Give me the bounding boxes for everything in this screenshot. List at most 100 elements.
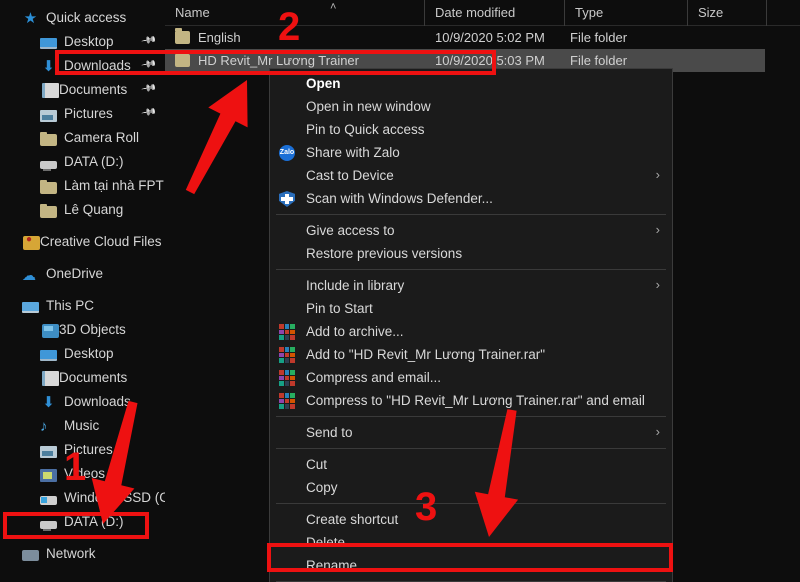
winrar-icon (279, 324, 295, 340)
3d-objects-icon (42, 324, 59, 338)
menu-item-rename[interactable]: Rename (270, 554, 672, 577)
menu-separator (276, 503, 666, 504)
pin-icon[interactable]: 📌 (139, 33, 158, 51)
menu-item-open-in-new-window[interactable]: Open in new window (270, 95, 672, 118)
menu-item-label: Cut (306, 457, 328, 472)
sidebar-item-documents[interactable]: Documents (0, 366, 165, 390)
sidebar-item-network[interactable]: Network (0, 542, 165, 566)
sidebar-item-data-d[interactable]: DATA (D:) (0, 150, 165, 174)
folder-context-menu[interactable]: Open Open in new window Pin to Quick acces… (269, 68, 673, 582)
menu-item-pin-to-start[interactable]: Pin to Start (270, 297, 672, 320)
menu-item-cut[interactable]: Cut (270, 453, 672, 476)
sidebar-item-downloads[interactable]: ⬇ Downloads (0, 390, 165, 414)
winrar-icon (279, 370, 295, 386)
drive-icon (40, 520, 57, 531)
sidebar-item-label: Quick access (46, 10, 127, 26)
pin-icon[interactable]: 📌 (139, 81, 158, 99)
sidebar-item-camera-roll[interactable]: Camera Roll (0, 126, 165, 150)
windows-drive-icon (40, 496, 57, 505)
chevron-right-icon: › (655, 167, 660, 182)
winrar-icon (279, 347, 295, 363)
menu-item-cast-to-device[interactable]: Cast to Device › (270, 164, 672, 187)
pin-icon[interactable]: 📌 (139, 57, 158, 75)
table-row[interactable]: English 10/9/2020 5:02 PM File folder (165, 26, 800, 49)
menu-item-label: Add to archive... (306, 324, 404, 339)
sidebar-item-desktop[interactable]: Desktop (0, 342, 165, 366)
star-icon: ★ (23, 9, 38, 27)
step-number-2: 2 (278, 5, 301, 49)
sidebar-item-downloads[interactable]: ⬇ Downloads 📌 (0, 54, 165, 78)
menu-item-open[interactable]: Open (270, 72, 672, 95)
picture-icon (40, 445, 57, 458)
sidebar-item-label: This PC (46, 298, 95, 314)
sidebar-item-this-pc[interactable]: This PC (0, 294, 165, 318)
sidebar-item-label: Documents (59, 82, 128, 98)
menu-item-restore-previous-versions[interactable]: Restore previous versions (270, 242, 672, 265)
chevron-right-icon: › (655, 222, 660, 237)
folder-icon (175, 51, 190, 67)
sidebar-item-data-d[interactable]: DATA (D:) (0, 510, 165, 534)
download-icon: ⬇ (42, 393, 55, 411)
menu-item-label: Cast to Device (306, 168, 394, 183)
download-icon: ⬇ (42, 57, 55, 75)
file-date-cell: 10/9/2020 5:02 PM (435, 30, 545, 45)
menu-item-label: Delete (306, 535, 346, 550)
navigation-sidebar[interactable]: ★ Quick access Desktop 📌 ⬇ Downloads 📌 Document… (0, 0, 177, 582)
sidebar-item-desktop[interactable]: Desktop 📌 (0, 30, 165, 54)
menu-item-share-with-zalo[interactable]: Zalo Share with Zalo (270, 141, 672, 164)
sidebar-item-label: 3D Objects (59, 322, 126, 338)
menu-item-copy[interactable]: Copy (270, 476, 672, 499)
menu-item-add-to-archive[interactable]: Add to archive... (270, 320, 672, 343)
sidebar-item-music[interactable]: ♪ Music (0, 414, 165, 438)
menu-item-label: Create shortcut (306, 512, 399, 527)
column-header-size[interactable]: Size (688, 0, 767, 26)
sidebar-item-3d-objects[interactable]: 3D Objects (0, 318, 165, 342)
sidebar-item-onedrive[interactable]: ☁ OneDrive (0, 262, 165, 286)
pc-icon (22, 302, 39, 313)
column-header-date-modified[interactable]: Date modified (425, 0, 565, 26)
document-icon (42, 371, 59, 386)
pin-icon[interactable]: 📌 (139, 105, 158, 123)
menu-item-send-to[interactable]: Send to › (270, 421, 672, 444)
column-header-type[interactable]: Type (565, 0, 688, 26)
file-rows[interactable]: English 10/9/2020 5:02 PM File folder HD Re… (165, 26, 800, 72)
menu-item-delete[interactable]: Delete (270, 531, 672, 554)
file-name-text: HD Revit_Mr Lương Trainer (198, 53, 359, 68)
sidebar-item-label: Làm tại nhà FPT (64, 178, 164, 194)
sidebar-item-label: Lê Quang (64, 202, 124, 218)
menu-item-give-access-to[interactable]: Give access to › (270, 219, 672, 242)
sidebar-item-label: Windows-SSD (C:) (64, 490, 178, 506)
sidebar-item-documents[interactable]: Documents 📌 (0, 78, 165, 102)
picture-icon (40, 109, 57, 122)
menu-item-include-in-library[interactable]: Include in library › (270, 274, 672, 297)
chevron-right-icon: › (655, 424, 660, 439)
menu-item-create-shortcut[interactable]: Create shortcut (270, 508, 672, 531)
sidebar-item-pictures[interactable]: Pictures 📌 (0, 102, 165, 126)
sidebar-item-l-m-t-i-nh-fpt[interactable]: Làm tại nhà FPT (0, 174, 165, 198)
menu-item-compress-to-hd-revit-mr-l-ng-trainer-rar[interactable]: Compress to "HD Revit_Mr Lương Trainer.r… (270, 389, 672, 412)
sidebar-item-label: Pictures (64, 106, 113, 122)
file-type-cell: File folder (570, 30, 628, 45)
menu-separator (276, 269, 666, 270)
folder-icon (175, 28, 190, 44)
column-header-row[interactable]: ˄ Name Date modified Type Size (165, 0, 800, 26)
menu-item-label: Pin to Quick access (306, 122, 425, 137)
sidebar-item-creative-cloud-files[interactable]: Creative Cloud Files (0, 230, 165, 254)
menu-item-label: Compress to "HD Revit_Mr Lương Trainer.r… (306, 393, 645, 408)
network-icon (22, 550, 39, 561)
menu-item-label: Compress and email... (306, 370, 442, 385)
file-name-cell[interactable]: English (175, 26, 241, 49)
sidebar-item-label: Desktop (64, 346, 114, 362)
drive-icon (40, 160, 57, 171)
menu-item-add-to-hd-revit-mr-l-ng-trainer-rar[interactable]: Add to "HD Revit_Mr Lương Trainer.rar" (270, 343, 672, 366)
menu-item-pin-to-quick-access[interactable]: Pin to Quick access (270, 118, 672, 141)
winrar-icon (279, 393, 295, 409)
sidebar-item-l-quang[interactable]: Lê Quang (0, 198, 165, 222)
sidebar-item-label: Desktop (64, 34, 114, 50)
sidebar-item-quick-access[interactable]: ★ Quick access (0, 6, 165, 30)
menu-item-label: Pin to Start (306, 301, 373, 316)
sidebar-item-label: OneDrive (46, 266, 104, 282)
menu-item-scan-with-windows-defender[interactable]: Scan with Windows Defender... (270, 187, 672, 210)
menu-item-compress-and-email[interactable]: Compress and email... (270, 366, 672, 389)
